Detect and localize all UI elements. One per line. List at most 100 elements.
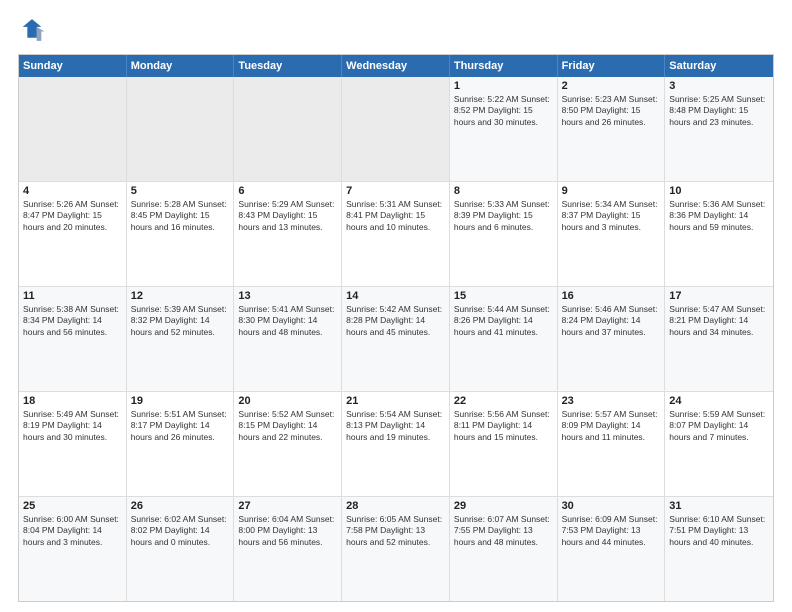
day-cell-empty <box>342 77 450 181</box>
day-info: Sunrise: 5:51 AM Sunset: 8:17 PM Dayligh… <box>131 409 230 443</box>
day-header-wednesday: Wednesday <box>342 55 450 77</box>
day-info: Sunrise: 5:36 AM Sunset: 8:36 PM Dayligh… <box>669 199 769 233</box>
day-number: 3 <box>669 80 769 92</box>
calendar-body: 1 Sunrise: 5:22 AM Sunset: 8:52 PM Daylig… <box>19 77 773 601</box>
calendar-week-2: 4 Sunrise: 5:26 AM Sunset: 8:47 PM Daylig… <box>19 182 773 287</box>
day-number: 12 <box>131 290 230 302</box>
day-number: 16 <box>562 290 661 302</box>
day-number: 25 <box>23 500 122 512</box>
day-info: Sunrise: 5:42 AM Sunset: 8:28 PM Dayligh… <box>346 304 445 338</box>
calendar-week-1: 1 Sunrise: 5:22 AM Sunset: 8:52 PM Daylig… <box>19 77 773 182</box>
day-cell-5: 5 Sunrise: 5:28 AM Sunset: 8:45 PM Daylig… <box>127 182 235 286</box>
day-info: Sunrise: 5:54 AM Sunset: 8:13 PM Dayligh… <box>346 409 445 443</box>
day-number: 31 <box>669 500 769 512</box>
day-number: 14 <box>346 290 445 302</box>
day-header-thursday: Thursday <box>450 55 558 77</box>
day-info: Sunrise: 5:57 AM Sunset: 8:09 PM Dayligh… <box>562 409 661 443</box>
day-cell-30: 30Sunrise: 6:09 AM Sunset: 7:53 PM Dayli… <box>558 497 666 601</box>
day-info: Sunrise: 5:44 AM Sunset: 8:26 PM Dayligh… <box>454 304 553 338</box>
day-info: Sunrise: 5:22 AM Sunset: 8:52 PM Dayligh… <box>454 94 553 128</box>
day-info: Sunrise: 5:41 AM Sunset: 8:30 PM Dayligh… <box>238 304 337 338</box>
day-cell-23: 23Sunrise: 5:57 AM Sunset: 8:09 PM Dayli… <box>558 392 666 496</box>
day-header-tuesday: Tuesday <box>234 55 342 77</box>
day-number: 2 <box>562 80 661 92</box>
calendar-week-5: 25Sunrise: 6:00 AM Sunset: 8:04 PM Dayli… <box>19 497 773 601</box>
day-number: 7 <box>346 185 445 197</box>
day-info: Sunrise: 5:38 AM Sunset: 8:34 PM Dayligh… <box>23 304 122 338</box>
day-cell-3: 3 Sunrise: 5:25 AM Sunset: 8:48 PM Daylig… <box>665 77 773 181</box>
day-number: 6 <box>238 185 337 197</box>
day-info: Sunrise: 5:52 AM Sunset: 8:15 PM Dayligh… <box>238 409 337 443</box>
day-cell-15: 15 Sunrise: 5:44 AM Sunset: 8:26 PM Dayli… <box>450 287 558 391</box>
day-info: Sunrise: 6:05 AM Sunset: 7:58 PM Dayligh… <box>346 514 445 548</box>
calendar-header: SundayMondayTuesdayWednesdayThursdayFrid… <box>19 55 773 77</box>
day-cell-20: 20 Sunrise: 5:52 AM Sunset: 8:15 PM Dayli… <box>234 392 342 496</box>
day-cell-21: 21 Sunrise: 5:54 AM Sunset: 8:13 PM Dayli… <box>342 392 450 496</box>
day-cell-27: 27Sunrise: 6:04 AM Sunset: 8:00 PM Dayli… <box>234 497 342 601</box>
day-number: 28 <box>346 500 445 512</box>
day-info: Sunrise: 5:49 AM Sunset: 8:19 PM Dayligh… <box>23 409 122 443</box>
day-info: Sunrise: 5:46 AM Sunset: 8:24 PM Dayligh… <box>562 304 661 338</box>
day-header-sunday: Sunday <box>19 55 127 77</box>
day-number: 21 <box>346 395 445 407</box>
day-number: 19 <box>131 395 230 407</box>
day-number: 5 <box>131 185 230 197</box>
day-cell-empty <box>234 77 342 181</box>
day-cell-4: 4 Sunrise: 5:26 AM Sunset: 8:47 PM Daylig… <box>19 182 127 286</box>
day-cell-31: 31 Sunrise: 6:10 AM Sunset: 7:51 PM Dayli… <box>665 497 773 601</box>
day-number: 9 <box>562 185 661 197</box>
day-info: Sunrise: 5:31 AM Sunset: 8:41 PM Dayligh… <box>346 199 445 233</box>
day-info: Sunrise: 5:59 AM Sunset: 8:07 PM Dayligh… <box>669 409 769 443</box>
day-info: Sunrise: 6:10 AM Sunset: 7:51 PM Dayligh… <box>669 514 769 548</box>
day-number: 18 <box>23 395 122 407</box>
day-number: 11 <box>23 290 122 302</box>
day-cell-28: 28 Sunrise: 6:05 AM Sunset: 7:58 PM Dayli… <box>342 497 450 601</box>
day-cell-19: 19 Sunrise: 5:51 AM Sunset: 8:17 PM Dayli… <box>127 392 235 496</box>
day-number: 24 <box>669 395 769 407</box>
calendar-week-3: 11 Sunrise: 5:38 AM Sunset: 8:34 PM Dayli… <box>19 287 773 392</box>
day-number: 20 <box>238 395 337 407</box>
day-number: 30 <box>562 500 661 512</box>
day-info: Sunrise: 5:26 AM Sunset: 8:47 PM Dayligh… <box>23 199 122 233</box>
page: SundayMondayTuesdayWednesdayThursdayFrid… <box>0 0 792 612</box>
calendar: SundayMondayTuesdayWednesdayThursdayFrid… <box>18 54 774 602</box>
day-info: Sunrise: 5:28 AM Sunset: 8:45 PM Dayligh… <box>131 199 230 233</box>
day-cell-18: 18 Sunrise: 5:49 AM Sunset: 8:19 PM Dayli… <box>19 392 127 496</box>
day-number: 4 <box>23 185 122 197</box>
day-header-friday: Friday <box>558 55 666 77</box>
day-number: 10 <box>669 185 769 197</box>
day-info: Sunrise: 5:23 AM Sunset: 8:50 PM Dayligh… <box>562 94 661 128</box>
day-header-saturday: Saturday <box>665 55 773 77</box>
day-cell-1: 1 Sunrise: 5:22 AM Sunset: 8:52 PM Daylig… <box>450 77 558 181</box>
logo-icon <box>18 16 46 44</box>
day-cell-22: 22 Sunrise: 5:56 AM Sunset: 8:11 PM Dayli… <box>450 392 558 496</box>
calendar-week-4: 18 Sunrise: 5:49 AM Sunset: 8:19 PM Dayli… <box>19 392 773 497</box>
day-cell-16: 16 Sunrise: 5:46 AM Sunset: 8:24 PM Dayli… <box>558 287 666 391</box>
day-cell-empty <box>19 77 127 181</box>
day-number: 15 <box>454 290 553 302</box>
header <box>18 16 774 44</box>
day-cell-6: 6 Sunrise: 5:29 AM Sunset: 8:43 PM Daylig… <box>234 182 342 286</box>
day-info: Sunrise: 5:39 AM Sunset: 8:32 PM Dayligh… <box>131 304 230 338</box>
day-number: 22 <box>454 395 553 407</box>
day-cell-2: 2 Sunrise: 5:23 AM Sunset: 8:50 PM Daylig… <box>558 77 666 181</box>
day-cell-17: 17Sunrise: 5:47 AM Sunset: 8:21 PM Dayli… <box>665 287 773 391</box>
day-number: 13 <box>238 290 337 302</box>
day-cell-8: 8Sunrise: 5:33 AM Sunset: 8:39 PM Daylig… <box>450 182 558 286</box>
day-number: 29 <box>454 500 553 512</box>
day-number: 17 <box>669 290 769 302</box>
day-info: Sunrise: 5:25 AM Sunset: 8:48 PM Dayligh… <box>669 94 769 128</box>
logo <box>18 16 50 44</box>
day-number: 27 <box>238 500 337 512</box>
day-cell-14: 14 Sunrise: 5:42 AM Sunset: 8:28 PM Dayli… <box>342 287 450 391</box>
day-number: 8 <box>454 185 553 197</box>
day-cell-25: 25Sunrise: 6:00 AM Sunset: 8:04 PM Dayli… <box>19 497 127 601</box>
day-info: Sunrise: 5:29 AM Sunset: 8:43 PM Dayligh… <box>238 199 337 233</box>
day-cell-empty <box>127 77 235 181</box>
day-info: Sunrise: 6:07 AM Sunset: 7:55 PM Dayligh… <box>454 514 553 548</box>
day-cell-9: 9Sunrise: 5:34 AM Sunset: 8:37 PM Daylig… <box>558 182 666 286</box>
day-info: Sunrise: 5:56 AM Sunset: 8:11 PM Dayligh… <box>454 409 553 443</box>
day-cell-11: 11 Sunrise: 5:38 AM Sunset: 8:34 PM Dayli… <box>19 287 127 391</box>
day-number: 26 <box>131 500 230 512</box>
day-number: 1 <box>454 80 553 92</box>
